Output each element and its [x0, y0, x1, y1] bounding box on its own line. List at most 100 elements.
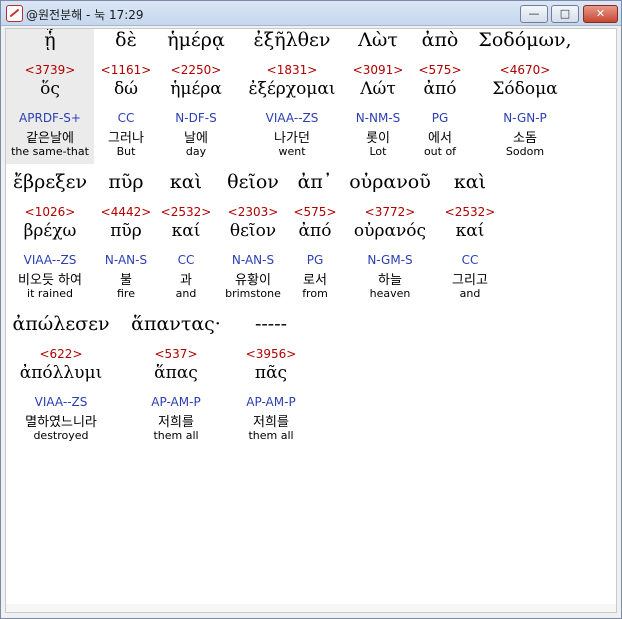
greek-word: οὐρανοῦ — [349, 171, 431, 193]
lemma: πῦρ — [110, 221, 142, 241]
english-gloss: heaven — [369, 287, 411, 300]
strong-number[interactable]: <3091> — [346, 63, 410, 77]
word-cell[interactable]: ἀπώλεσεν <622> ἀπόλλυμι VIAA--ZS 멸하였느니라 … — [6, 313, 116, 448]
morphology-code: PG — [306, 253, 324, 267]
english-gloss: destroyed — [33, 429, 89, 442]
greek-word: ἔβρεξεν — [12, 171, 88, 193]
word-cell[interactable]: οὐρανοῦ <3772> οὐρανός N-GM-S 하늘 heaven — [342, 171, 438, 306]
word-cell[interactable]: ᾗ <3739> ὅς APRDF-S+ 같은날에 the same-that — [6, 29, 94, 164]
word-cell[interactable]: Λὼτ <3091> Λώτ N-NM-S 롯이 Lot — [346, 29, 410, 164]
word-cell[interactable]: ἀπὸ <575> ἀπό PG 에서 out of — [412, 29, 468, 164]
korean-gloss: 하늘 — [378, 273, 402, 288]
korean-gloss: 불 — [120, 273, 132, 288]
english-gloss: them all — [248, 429, 294, 442]
english-gloss: out of — [423, 145, 457, 158]
strong-number[interactable]: <537> — [124, 347, 228, 361]
strong-number[interactable]: <2303> — [216, 205, 290, 219]
strong-number[interactable]: <3739> — [6, 63, 94, 77]
morphology-code: CC — [177, 253, 195, 267]
word-cell[interactable]: ἔβρεξεν <1026> βρέχω VIAA--ZS 비오듯 하여 it … — [6, 171, 94, 306]
maximize-button[interactable]: □ — [551, 5, 579, 23]
word-cell[interactable]: ἡμέρᾳ <2250> ἡμέρα N-DF-S 날에 day — [154, 29, 238, 164]
english-gloss: and — [459, 287, 481, 300]
english-gloss: brimstone — [225, 287, 281, 300]
strong-number[interactable]: <3956> — [228, 347, 314, 361]
window-title: @원전분해 - 눅 17:29 — [26, 8, 144, 22]
greek-word: ἀπώλεσεν — [12, 313, 110, 335]
strong-number[interactable]: <4670> — [470, 63, 580, 77]
english-gloss: the same-that — [11, 145, 89, 158]
strong-number[interactable]: <1026> — [6, 205, 94, 219]
word-cell[interactable]: καὶ <2532> καί CC 과 and — [158, 171, 214, 306]
strong-number[interactable]: <2250> — [154, 63, 238, 77]
app-window: @원전분해 - 눅 17:29 — □ ✕ ᾗ <3739> ὅς APRDF-… — [0, 0, 622, 619]
word-cell[interactable]: Σοδόμων, <4670> Σόδομα N-GN-P 소돔 Sodom — [470, 29, 580, 164]
greek-word: ἅπαντας· — [131, 313, 221, 335]
word-cell[interactable]: ἐξῆλθεν <1831> ἐξέρχομαι VIAA--ZS 나가던 we… — [240, 29, 344, 164]
minimize-button[interactable]: — — [520, 5, 548, 23]
strong-number[interactable]: <575> — [290, 205, 340, 219]
korean-gloss: 유황이 — [235, 273, 271, 288]
korean-gloss: 저희를 — [158, 415, 194, 430]
greek-word: ᾗ — [44, 29, 56, 51]
lemma: Σόδομα — [492, 79, 558, 99]
close-button[interactable]: ✕ — [583, 5, 618, 23]
lemma: ἀπό — [298, 221, 332, 241]
korean-gloss: 에서 — [428, 131, 452, 146]
strong-number[interactable]: <1831> — [240, 63, 344, 77]
strong-number[interactable]: <575> — [412, 63, 468, 77]
lemma: ἀπόλλυμι — [19, 363, 103, 383]
strong-number[interactable]: <2532> — [158, 205, 214, 219]
parsing-panel: ᾗ <3739> ὅς APRDF-S+ 같은날에 the same-that … — [5, 28, 617, 613]
strong-number[interactable]: <4442> — [98, 205, 154, 219]
strong-number[interactable]: <1161> — [98, 63, 154, 77]
morphology-code: N-AN-S — [104, 253, 148, 267]
korean-gloss: 과 — [180, 273, 192, 288]
word-cell[interactable]: δὲ <1161> δώ CC 그러나 But — [98, 29, 154, 164]
korean-gloss: 롯이 — [366, 131, 390, 146]
word-cell[interactable]: καὶ <2532> καί CC 그리고 and — [440, 171, 500, 306]
english-gloss: fire — [117, 287, 135, 300]
morphology-code: VIAA--ZS — [265, 111, 319, 125]
greek-word: δὲ — [115, 29, 137, 51]
word-cell[interactable]: ----- <3956> πᾶς AP-AM-P 저희를 them all — [228, 313, 314, 448]
lemma: οὐρανός — [353, 221, 427, 241]
title-bar[interactable]: @원전분해 - 눅 17:29 — □ ✕ — [1, 1, 621, 26]
korean-gloss: 날에 — [184, 131, 208, 146]
lemma: πᾶς — [254, 363, 288, 383]
app-logo-icon — [6, 5, 23, 22]
english-gloss: them all — [153, 429, 199, 442]
greek-word: Λὼτ — [358, 29, 398, 51]
english-gloss: But — [116, 145, 136, 158]
greek-word: ----- — [254, 313, 288, 335]
morphology-code: CC — [461, 253, 479, 267]
english-gloss: day — [185, 145, 207, 158]
lemma: ἅπας — [154, 363, 198, 383]
word-cell[interactable]: ἀπ᾽ <575> ἀπό PG 로서 from — [290, 171, 340, 306]
word-cell[interactable]: ἅπαντας· <537> ἅπας AP-AM-P 저희를 them all — [124, 313, 228, 448]
lemma: καί — [455, 221, 485, 241]
english-gloss: and — [175, 287, 197, 300]
bottom-edge — [6, 604, 616, 612]
korean-gloss: 나가던 — [274, 131, 310, 146]
word-cell[interactable]: πῦρ <4442> πῦρ N-AN-S 불 fire — [98, 171, 154, 306]
lemma: ὅς — [40, 79, 60, 99]
word-cell[interactable]: θεῖον <2303> θεῖον N-AN-S 유황이 brimstone — [216, 171, 290, 306]
strong-number[interactable]: <622> — [6, 347, 116, 361]
greek-word: θεῖον — [227, 171, 279, 193]
strong-number[interactable]: <2532> — [440, 205, 500, 219]
korean-gloss: 같은날에 — [26, 131, 74, 146]
english-gloss: it rained — [27, 287, 73, 300]
morphology-code: N-GM-S — [367, 253, 413, 267]
morphology-code: AP-AM-P — [151, 395, 201, 409]
korean-gloss: 멸하였느니라 — [25, 415, 97, 430]
morphology-code: CC — [117, 111, 135, 125]
greek-word: ἡμέρᾳ — [167, 29, 225, 51]
greek-word: ἀπὸ — [421, 29, 459, 51]
strong-number[interactable]: <3772> — [342, 205, 438, 219]
morphology-code: VIAA--ZS — [34, 395, 88, 409]
lemma: δώ — [113, 79, 139, 99]
korean-gloss: 저희를 — [253, 415, 289, 430]
morphology-code: N-AN-S — [231, 253, 275, 267]
greek-word: πῦρ — [108, 171, 144, 193]
